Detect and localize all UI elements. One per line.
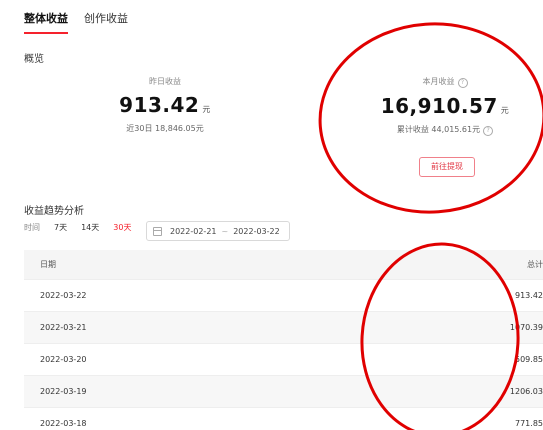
last-30-days-earnings: 近30日 18,846.05元 [126,124,204,133]
date-range-end: 2022-03-22 [233,226,280,236]
help-icon[interactable]: ? [457,78,468,88]
calendar-icon [153,226,162,236]
table-header: 日期 总计 [24,250,543,280]
row-total: 771.85 [515,419,543,428]
row-total: 1206.03 [509,387,543,396]
column-header-total: 总计 [527,260,543,269]
row-date: 2022-03-21 [40,323,87,332]
month-earnings-label: 本月收益 [422,77,455,86]
table-row: 2022-03-19 1206.03 [24,376,543,408]
table-row: 2022-03-22 913.42 [24,280,543,312]
table-row: 2022-03-21 1070.39 [24,312,543,344]
tab-creation-earnings[interactable]: 创作收益 [84,6,128,34]
earnings-page: 整体收益 创作收益 概览 昨日收益 913.42 元 近30日 18,846.05… [0,0,543,430]
filter-30-days[interactable]: 30天 [113,222,131,233]
table-row: 2022-03-20 509.85 [24,344,543,376]
overview-title: 概览 [24,54,44,65]
yesterday-earnings-unit: 元 [202,105,211,114]
column-header-date: 日期 [40,260,56,269]
row-total: 1070.39 [509,323,543,332]
date-range-separator: ~ [221,226,229,236]
month-earnings-value: 16,910.57 [380,94,498,118]
yesterday-earnings-card: 昨日收益 913.42 元 近30日 18,846.05元 [100,76,230,134]
month-earnings-label-wrap: 本月收益? [380,76,510,88]
row-total: 913.42 [515,291,543,300]
earnings-table: 日期 总计 2022-03-22 913.42 2022-03-21 1070.… [24,250,543,430]
yesterday-earnings-label: 昨日收益 [149,77,181,86]
row-date: 2022-03-20 [40,355,87,364]
date-range-start: 2022-02-21 [170,226,217,236]
time-filter: 时间 7天 14天 30天 [24,222,145,233]
row-date: 2022-03-18 [40,419,87,428]
time-filter-label: 时间 [24,223,40,232]
tab-overall-earnings[interactable]: 整体收益 [24,6,68,34]
tab-bar: 整体收益 创作收益 [24,6,128,34]
month-earnings-card: 本月收益? 16,910.57 元 累计收益 44,015.61元? [380,76,510,136]
help-icon[interactable]: ? [483,126,494,136]
filter-14-days[interactable]: 14天 [81,222,99,233]
yesterday-earnings-value-wrap: 913.42 元 [100,93,230,117]
filter-7-days[interactable]: 7天 [54,222,67,233]
yesterday-earnings-value: 913.42 [119,93,200,117]
total-earnings-wrap: 累计收益 44,015.61元? [380,124,510,136]
date-range-picker[interactable]: 2022-02-21 ~ 2022-03-22 [146,221,290,241]
table-row: 2022-03-18 771.85 [24,408,543,430]
row-date: 2022-03-19 [40,387,87,396]
total-earnings: 累计收益 44,015.61元 [396,125,481,134]
row-total: 509.85 [515,355,543,364]
trend-title: 收益趋势分析 [24,206,84,217]
withdraw-button[interactable]: 前往提现 [419,157,475,177]
month-earnings-unit: 元 [500,106,510,115]
month-earnings-value-wrap: 16,910.57 元 [380,94,510,118]
row-date: 2022-03-22 [40,291,87,300]
